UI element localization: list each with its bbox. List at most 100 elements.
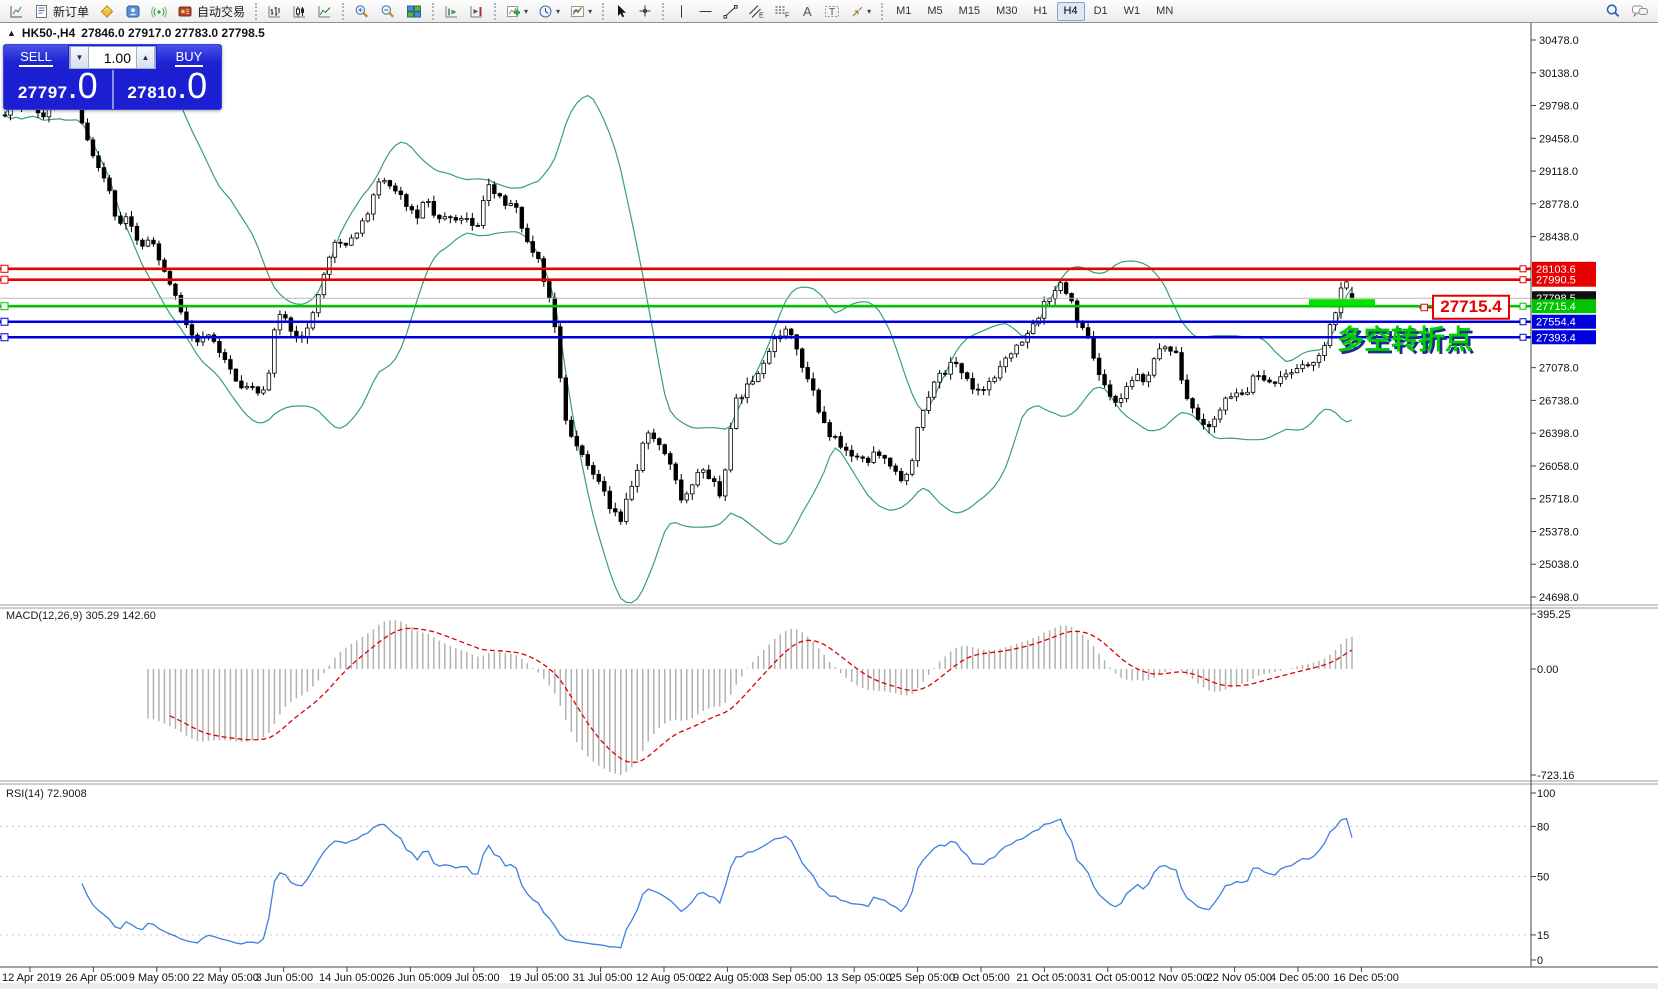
signal-button[interactable] — [147, 1, 171, 21]
date-axis-label: 26 Apr 05:00 — [65, 972, 127, 984]
buy-price-frac: .0 — [177, 70, 207, 102]
date-axis-label: 16 Dec 05:00 — [1333, 972, 1398, 984]
tile-windows-button[interactable] — [402, 1, 426, 21]
line-chart-icon — [317, 4, 332, 19]
macd-axis: 395.250.00-723.16 — [1531, 609, 1574, 782]
chart-shift-button[interactable] — [465, 1, 488, 21]
annotation-anchor-handle[interactable] — [1421, 304, 1428, 311]
price-chart-canvas[interactable]: 28103.627990.527798.527715.427554.427393… — [0, 23, 1658, 989]
timeframe-button-MN[interactable]: MN — [1149, 2, 1180, 21]
line-handle[interactable] — [1, 318, 8, 325]
svg-text:E: E — [759, 12, 764, 19]
sell-price[interactable]: 27797.0 — [4, 70, 114, 109]
autotrading-button[interactable]: 自动交易 — [173, 1, 249, 21]
timeframe-button-W1[interactable]: W1 — [1117, 2, 1148, 21]
timeframe-button-H1[interactable]: H1 — [1026, 2, 1054, 21]
date-axis-label: 3 Jun 05:00 — [256, 972, 314, 984]
line-handle[interactable] — [1, 276, 8, 283]
timeframe-button-M30[interactable]: M30 — [989, 2, 1024, 21]
timeframe-button-D1[interactable]: D1 — [1087, 2, 1115, 21]
svg-text:F: F — [785, 12, 789, 19]
rsi-line — [82, 819, 1352, 948]
new-order-button[interactable]: 新订单 — [30, 1, 93, 21]
triangle-down-icon: ▼ — [76, 53, 84, 62]
price-tag-text: 27715.4 — [1440, 297, 1502, 316]
signal-icon — [151, 4, 167, 19]
auto-scroll-button[interactable] — [440, 1, 463, 21]
axis-price-label: 27990.5 — [1536, 275, 1576, 287]
profile-button[interactable] — [121, 1, 145, 21]
price-axis-tick-label: 28438.0 — [1539, 232, 1579, 244]
axis-price-label: 27393.4 — [1536, 332, 1576, 344]
text-label-button[interactable]: T — [820, 1, 844, 21]
templates-button[interactable]: ▾ — [566, 1, 596, 21]
arrows-icon — [850, 4, 865, 19]
periods-button[interactable]: ▾ — [534, 1, 564, 21]
line-handle[interactable] — [1, 265, 8, 272]
fibonacci-button[interactable]: F — [770, 1, 794, 21]
price-axis-tick-label: 26058.0 — [1539, 461, 1579, 473]
date-axis-label: 12 Aug 05:00 — [636, 972, 701, 984]
zoom-out-icon — [380, 4, 396, 19]
horizontal-line-button[interactable] — [694, 1, 717, 21]
vertical-line-button[interactable] — [670, 1, 692, 21]
timeframe-group: M1M5M15M30H1H4D1W1MN — [888, 0, 1181, 22]
search-button[interactable] — [1601, 1, 1625, 21]
timeframe-button-M1[interactable]: M1 — [889, 2, 918, 21]
macd-axis-label: 395.25 — [1537, 609, 1571, 621]
green-highlight-bar[interactable] — [1309, 299, 1375, 306]
bar-chart-button[interactable] — [263, 1, 286, 21]
line-handle[interactable] — [1, 334, 8, 341]
new-order-icon — [34, 4, 49, 19]
price-axis-tick-label: 26398.0 — [1539, 428, 1579, 440]
triangle-up-icon: ▲ — [142, 53, 150, 62]
date-axis-label: 21 Oct 05:00 — [1016, 972, 1079, 984]
line-handle[interactable] — [1, 303, 8, 310]
volume-input[interactable] — [89, 49, 136, 67]
timeframe-button-H4[interactable]: H4 — [1057, 2, 1085, 21]
macd-indicator — [148, 620, 1352, 775]
indicators-button[interactable]: ▾ — [502, 1, 532, 21]
line-handle[interactable] — [1520, 334, 1526, 340]
date-axis-label: 3 Sep 05:00 — [763, 972, 822, 984]
new-chart-button[interactable] — [5, 1, 28, 21]
zoom-out-button[interactable] — [376, 1, 400, 21]
indicators-icon — [506, 4, 522, 19]
chat-button[interactable] — [1627, 1, 1653, 21]
macd-axis-label: 0.00 — [1537, 664, 1558, 676]
text-button[interactable]: A — [796, 1, 818, 21]
rsi-axis-label: 0 — [1537, 955, 1543, 967]
periods-icon — [538, 4, 554, 19]
zoom-in-button[interactable] — [350, 1, 374, 21]
new-order-label: 新订单 — [53, 3, 89, 20]
price-axis-tick-label: 30138.0 — [1539, 68, 1579, 80]
date-axis-label: 14 Jun 05:00 — [319, 972, 383, 984]
toolbar-separator — [494, 3, 496, 20]
buy-price[interactable]: 27810.0 — [114, 70, 222, 109]
candle-chart-button[interactable] — [288, 1, 311, 21]
crosshair-button[interactable] — [634, 1, 656, 21]
gold-button[interactable] — [95, 1, 119, 21]
cursor-button[interactable] — [610, 1, 632, 21]
volume-increase-button[interactable]: ▲ — [136, 46, 155, 69]
toolbar-separator — [881, 3, 883, 20]
chart-window[interactable]: ▲ HK50-,H4 27846.0 27917.0 27783.0 27798… — [0, 23, 1658, 989]
sell-button[interactable]: SELL — [4, 45, 68, 70]
timeframe-button-M5[interactable]: M5 — [920, 2, 949, 21]
timeframe-button-M15[interactable]: M15 — [952, 2, 987, 21]
one-click-toggle-icon[interactable]: ▲ — [7, 28, 16, 38]
date-axis[interactable]: 12 Apr 201926 Apr 05:009 May 05:0022 May… — [2, 967, 1399, 984]
profile-icon — [125, 4, 141, 19]
macd-signal-line — [170, 628, 1352, 762]
line-handle[interactable] — [1520, 303, 1526, 309]
search-icon — [1605, 3, 1621, 19]
line-handle[interactable] — [1520, 266, 1526, 272]
line-handle[interactable] — [1520, 319, 1526, 325]
arrows-button[interactable]: ▾ — [846, 1, 875, 21]
line-chart-button[interactable] — [313, 1, 336, 21]
trendline-button[interactable] — [719, 1, 742, 21]
equidistant-channel-button[interactable]: E — [744, 1, 768, 21]
line-handle[interactable] — [1520, 277, 1526, 283]
date-axis-label: 31 Oct 05:00 — [1080, 972, 1143, 984]
sell-price-int: 27797 — [18, 83, 68, 103]
